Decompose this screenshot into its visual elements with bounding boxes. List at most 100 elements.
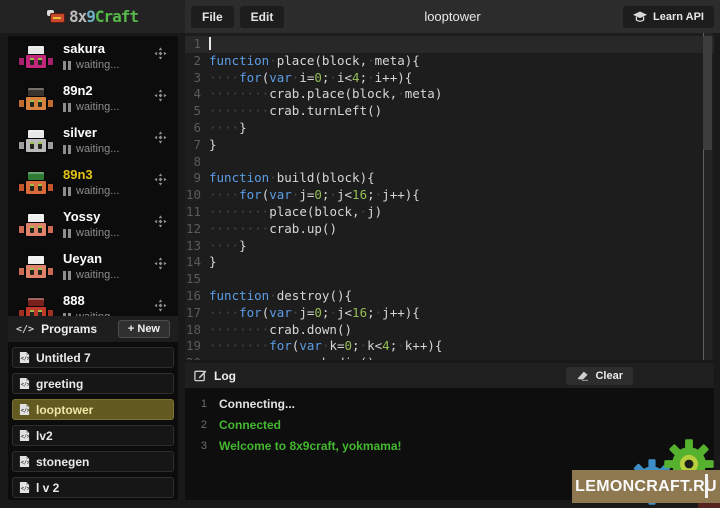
- player-avatar-icon: [18, 213, 54, 239]
- new-program-button[interactable]: + New: [118, 320, 170, 338]
- code-line[interactable]: 15: [185, 271, 714, 288]
- log-line: 2 Connected: [185, 415, 714, 436]
- log-line-text: Connecting...: [219, 394, 295, 415]
- code-line[interactable]: 14 }: [185, 254, 714, 271]
- code-line[interactable]: 1: [185, 36, 714, 53]
- learn-api-button[interactable]: Learn API: [623, 6, 714, 28]
- program-item[interactable]: </> greeting: [12, 373, 174, 394]
- program-label: greeting: [36, 377, 83, 391]
- log-header: Log Clear: [185, 363, 714, 388]
- graduation-cap-icon: [633, 11, 647, 23]
- programs-title: Programs: [41, 322, 111, 336]
- line-number: 13: [185, 238, 209, 255]
- text-cursor: [209, 37, 211, 50]
- player-name: 89n3: [63, 167, 93, 182]
- player-status: waiting...: [63, 227, 119, 239]
- log-title: Log: [214, 369, 559, 383]
- program-file-icon: </>: [19, 351, 30, 364]
- code-text: ········crab.place(block,·meta): [209, 86, 442, 103]
- player-row[interactable]: Ueyan waiting...: [8, 246, 178, 288]
- line-number: 20: [185, 355, 209, 360]
- program-item[interactable]: </> stonegen: [12, 451, 174, 472]
- code-text: }: [209, 137, 217, 154]
- move-icon[interactable]: [154, 299, 167, 312]
- player-row[interactable]: 888 waiting...: [8, 288, 178, 316]
- editor-scrollbar-thumb[interactable]: [703, 36, 712, 150]
- code-line[interactable]: 12 ········crab.up(): [185, 221, 714, 238]
- code-line[interactable]: 13 ····}: [185, 238, 714, 255]
- svg-text:</>: </>: [21, 486, 30, 492]
- menubar: File Edit looptower Learn API: [185, 0, 720, 33]
- player-status: waiting...: [63, 269, 119, 281]
- move-icon[interactable]: [154, 131, 167, 144]
- code-line[interactable]: 7 }: [185, 137, 714, 154]
- player-avatar-icon: [18, 255, 54, 281]
- code-line[interactable]: 8: [185, 154, 714, 171]
- code-text: function·place(block,·meta){: [209, 53, 420, 70]
- code-line[interactable]: 18 ········crab.down(): [185, 322, 714, 339]
- clear-log-button[interactable]: Clear: [566, 367, 633, 385]
- line-number: 12: [185, 221, 209, 238]
- player-avatar-icon: [18, 297, 54, 316]
- player-name: Yossy: [63, 209, 100, 224]
- player-avatar-icon: [18, 129, 54, 155]
- code-line[interactable]: 6 ····}: [185, 120, 714, 137]
- code-line[interactable]: 11 ········place(block,·j): [185, 204, 714, 221]
- player-list: sakura waiting... 89n2 waiting...: [8, 36, 178, 316]
- player-row[interactable]: Yossy waiting...: [8, 204, 178, 246]
- program-file-icon: </>: [19, 429, 30, 442]
- log-line-number: 1: [185, 394, 219, 415]
- code-line[interactable]: 20 ············crab.dig(): [185, 355, 714, 360]
- player-avatar-icon: [18, 45, 54, 71]
- code-line[interactable]: 2 function·place(block,·meta){: [185, 53, 714, 70]
- file-menu-button[interactable]: File: [191, 6, 234, 28]
- line-number: 15: [185, 271, 209, 288]
- code-line[interactable]: 17 ····for(var·j=0;·j<16;·j++){: [185, 305, 714, 322]
- player-status-text: waiting...: [76, 59, 119, 71]
- code-line[interactable]: 3 ····for(var·i=0;·i<4;·i++){: [185, 70, 714, 87]
- svg-text:</>: </>: [21, 408, 30, 414]
- program-item[interactable]: </> Untitled 7: [12, 347, 174, 368]
- code-line[interactable]: 16 function·destroy(){: [185, 288, 714, 305]
- code-line[interactable]: 10 ····for(var·j=0;·j<16;·j++){: [185, 187, 714, 204]
- code-text: function·destroy(){: [209, 288, 352, 305]
- move-icon[interactable]: [154, 47, 167, 60]
- player-name: silver: [63, 125, 97, 140]
- player-row[interactable]: sakura waiting...: [8, 36, 178, 78]
- program-item[interactable]: </> lv2: [12, 425, 174, 446]
- code-line[interactable]: 9 function·build(block){: [185, 170, 714, 187]
- log-line-text: Connected: [219, 415, 281, 436]
- player-status-text: waiting...: [76, 143, 119, 155]
- player-row[interactable]: 89n3 waiting...: [8, 162, 178, 204]
- pause-icon: [63, 103, 71, 112]
- code-text: ········crab.down(): [209, 322, 352, 339]
- log-line-text: Welcome to 8x9craft, yokmama!: [219, 436, 402, 457]
- svg-text:</>: </>: [21, 356, 30, 362]
- program-item[interactable]: </> l v 2: [12, 477, 174, 498]
- svg-text:</>: </>: [21, 382, 30, 388]
- move-icon[interactable]: [154, 173, 167, 186]
- player-status-text: waiting...: [76, 311, 119, 316]
- programs-header: </> Programs + New: [8, 316, 178, 342]
- code-line[interactable]: 5 ········crab.turnLeft(): [185, 103, 714, 120]
- code-text: ····for(var·j=0;·j<16;·j++){: [209, 305, 420, 322]
- pause-icon: [63, 271, 71, 280]
- code-line[interactable]: 19 ········for(var·k=0;·k<4;·k++){: [185, 338, 714, 355]
- program-item[interactable]: </> looptower: [12, 399, 174, 420]
- player-status: waiting...: [63, 143, 119, 155]
- move-icon[interactable]: [154, 215, 167, 228]
- code-editor[interactable]: 1 2 function·place(block,·meta){ 3 ····f…: [185, 33, 714, 360]
- crab-logo-icon: [47, 10, 65, 24]
- code-line[interactable]: 4 ········crab.place(block,·meta): [185, 86, 714, 103]
- edit-menu-button[interactable]: Edit: [240, 6, 285, 28]
- code-text: ············crab.dig(): [209, 355, 375, 360]
- line-number: 17: [185, 305, 209, 322]
- player-row[interactable]: silver waiting...: [8, 120, 178, 162]
- app-logo: 8x9Craft: [69, 7, 138, 26]
- code-text: }: [209, 254, 217, 271]
- player-row[interactable]: 89n2 waiting...: [8, 78, 178, 120]
- line-number: 19: [185, 338, 209, 355]
- move-icon[interactable]: [154, 89, 167, 102]
- move-icon[interactable]: [154, 257, 167, 270]
- program-file-icon: </>: [19, 377, 30, 390]
